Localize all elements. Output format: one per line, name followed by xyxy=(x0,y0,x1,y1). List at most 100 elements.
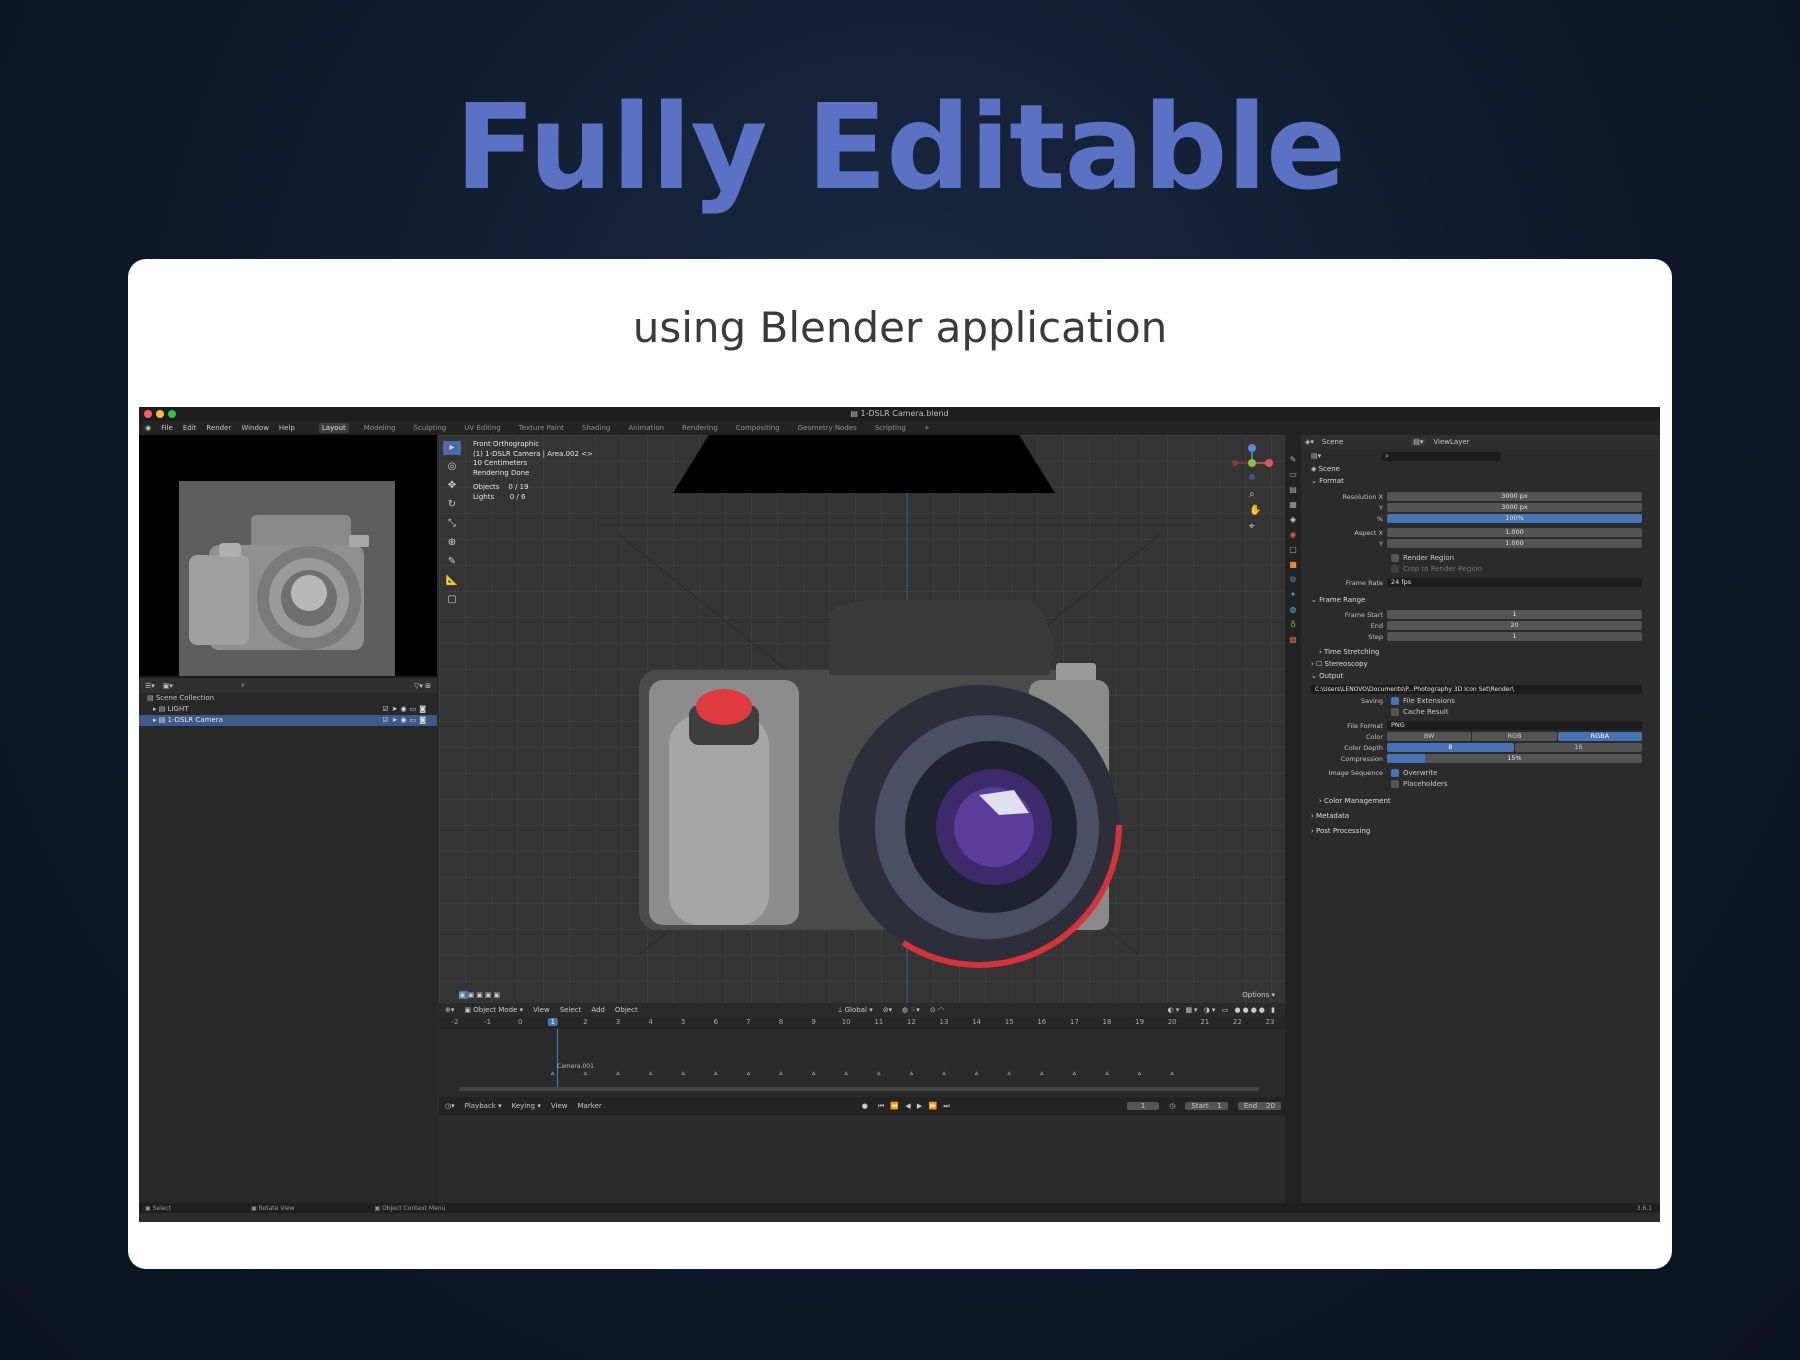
frame-number[interactable]: -2 xyxy=(452,1018,459,1026)
pivot-icon[interactable]: ⊘▾ xyxy=(883,1006,892,1014)
frame-number[interactable]: 19 xyxy=(1135,1018,1144,1026)
frame-number[interactable]: 22 xyxy=(1233,1018,1242,1026)
file-format-dropdown[interactable]: PNG xyxy=(1387,721,1642,730)
scene-tab-icon[interactable]: ◈ xyxy=(1290,515,1296,524)
keyframe-marker[interactable]: ▵ xyxy=(681,1069,685,1077)
overwrite-checkbox[interactable] xyxy=(1391,768,1399,777)
playhead[interactable] xyxy=(557,1029,558,1091)
menu-window[interactable]: Window xyxy=(241,424,269,432)
frame-number[interactable]: 1 xyxy=(547,1018,559,1026)
collection-tab-icon[interactable]: ▢ xyxy=(1289,545,1297,554)
measure-icon[interactable]: 📐 xyxy=(443,574,461,588)
menu-view[interactable]: View xyxy=(533,1006,550,1014)
keyframe-marker[interactable]: ▵ xyxy=(942,1069,946,1077)
keyframe-marker[interactable]: ▵ xyxy=(1138,1069,1142,1077)
visibility-toggles[interactable]: ☑➤◉▭◙ xyxy=(382,704,429,715)
color-management-header[interactable]: › Color Management xyxy=(1307,795,1654,807)
transform-icon[interactable]: ⊕ xyxy=(443,536,461,550)
object-tab-icon[interactable]: ■ xyxy=(1289,560,1297,569)
color-bw-option[interactable]: BW xyxy=(1387,732,1472,741)
frame-ruler[interactable]: -2 -1 0 1 2 3 4 5 6 7 8 9 10 11 12 13 14 15 16 17 18 19 20 21 22… xyxy=(439,1017,1285,1029)
frame-number[interactable]: 0 xyxy=(518,1018,522,1026)
scene-selector-icon[interactable]: ◈▾ xyxy=(1305,438,1314,446)
output-panel-header[interactable]: ⌄ Output xyxy=(1307,670,1654,682)
frame-number[interactable]: 13 xyxy=(940,1018,949,1026)
tab-animation[interactable]: Animation xyxy=(625,423,667,433)
keyframe-marker[interactable]: ▵ xyxy=(1073,1069,1077,1077)
menu-marker[interactable]: Marker xyxy=(578,1102,602,1110)
viewlayer-name[interactable]: ViewLayer xyxy=(1433,438,1469,446)
menu-render[interactable]: Render xyxy=(206,424,231,432)
metadata-header[interactable]: › Metadata xyxy=(1307,810,1654,822)
menu-help[interactable]: Help xyxy=(279,424,295,432)
frame-end-field[interactable]: 20 xyxy=(1387,621,1642,630)
keyframe-marker[interactable]: ▵ xyxy=(844,1069,848,1077)
time-stretching-header[interactable]: › Time Stretching xyxy=(1307,646,1654,658)
move-icon[interactable]: ✥ xyxy=(443,479,461,493)
frame-step-field[interactable]: 1 xyxy=(1387,632,1642,641)
frame-number[interactable]: 6 xyxy=(714,1018,718,1026)
output-tab-icon[interactable]: ▤ xyxy=(1289,485,1297,494)
tab-geometry-nodes[interactable]: Geometry Nodes xyxy=(795,423,860,433)
render-region-checkbox[interactable] xyxy=(1391,553,1399,562)
tab-layout[interactable]: Layout xyxy=(318,423,349,433)
render-tab-icon[interactable]: ▭ xyxy=(1289,470,1297,479)
scene-name[interactable]: Scene xyxy=(1322,438,1343,446)
shading-mode-icons[interactable]: ◐▾ ▦▾ ◑▾ ▭ ●●●● ▮ xyxy=(1168,1006,1277,1014)
frame-number[interactable]: 23 xyxy=(1266,1018,1275,1026)
compression-slider[interactable]: 15% xyxy=(1387,754,1642,763)
color-rgba-option[interactable]: RGBA xyxy=(1557,732,1642,741)
aspect-y-field[interactable]: 1.000 xyxy=(1387,539,1642,548)
frame-number[interactable]: 21 xyxy=(1200,1018,1209,1026)
add-cube-icon[interactable]: ▢ xyxy=(443,593,461,607)
cursor-icon[interactable]: ◎ xyxy=(443,460,461,474)
camera-marker[interactable]: Camera.001 xyxy=(557,1063,594,1070)
frame-number[interactable]: 5 xyxy=(681,1018,685,1026)
menu-timeline-view[interactable]: View xyxy=(551,1102,568,1110)
tab-rendering[interactable]: Rendering xyxy=(679,423,721,433)
start-frame-field[interactable]: Start 1 xyxy=(1185,1102,1228,1110)
add-workspace-icon[interactable]: + xyxy=(921,423,933,433)
properties-search-input[interactable]: ⌕ xyxy=(1381,451,1502,461)
keyframe-marker[interactable]: ▵ xyxy=(649,1069,653,1077)
tab-texture-paint[interactable]: Texture Paint xyxy=(516,423,567,433)
view-layer-tab-icon[interactable]: ▦ xyxy=(1289,500,1297,509)
visibility-toggles[interactable]: ☑➤◉▭◙ xyxy=(382,715,429,726)
tab-uv-editing[interactable]: UV Editing xyxy=(461,423,504,433)
frame-number[interactable]: 7 xyxy=(746,1018,750,1026)
selection-mode-icons[interactable]: ▣▣▣▣▣ xyxy=(459,991,502,999)
frame-number[interactable]: 2 xyxy=(583,1018,587,1026)
editor-type-icon[interactable]: ▤▾ xyxy=(1311,452,1321,460)
keyframe-marker[interactable]: ▵ xyxy=(812,1069,816,1077)
frame-number[interactable]: 11 xyxy=(874,1018,883,1026)
post-processing-header[interactable]: › Post Processing xyxy=(1307,825,1654,837)
editor-type-icon[interactable]: ⊕▾ xyxy=(445,1006,454,1014)
keyframe-marker[interactable]: ▵ xyxy=(1040,1069,1044,1077)
menu-file[interactable]: File xyxy=(161,424,173,432)
frame-number[interactable]: -1 xyxy=(484,1018,491,1026)
color-rgb-option[interactable]: RGB xyxy=(1472,732,1557,741)
tab-modeling[interactable]: Modeling xyxy=(361,423,399,433)
menu-add[interactable]: Add xyxy=(591,1006,605,1014)
menu-keying[interactable]: Keying ▾ xyxy=(512,1102,541,1110)
outliner-item-camera[interactable]: ▸ ▤ 1-DSLR Camera ☑➤◉▭◙ xyxy=(139,715,437,726)
frame-number[interactable]: 18 xyxy=(1103,1018,1112,1026)
resolution-x-field[interactable]: 3000 px xyxy=(1387,492,1642,501)
timeline-scrollbar[interactable] xyxy=(459,1087,1259,1091)
menu-edit[interactable]: Edit xyxy=(183,424,197,432)
filter-icon[interactable]: ▽▾ ⊞ xyxy=(414,682,431,690)
transform-orientation-dropdown[interactable]: ⟂ Global ▾ xyxy=(838,1006,873,1015)
options-dropdown[interactable]: Options ▾ xyxy=(1242,991,1275,999)
timeline[interactable]: -2 -1 0 1 2 3 4 5 6 7 8 9 10 11 12 13 14 15 16 17 18 19 20 21 22… xyxy=(439,1017,1285,1097)
rotate-icon[interactable]: ↻ xyxy=(443,498,461,512)
keyframe-marker[interactable]: ▵ xyxy=(1105,1069,1109,1077)
proportional-edit-icon[interactable]: ⊙ ◠ xyxy=(930,1006,944,1014)
stereoscopy-header[interactable]: › ☐ Stereoscopy xyxy=(1307,658,1654,670)
keyframe-marker[interactable]: ▵ xyxy=(1007,1069,1011,1077)
file-extensions-checkbox[interactable] xyxy=(1391,696,1399,705)
frame-number[interactable]: 4 xyxy=(648,1018,652,1026)
tool-tab-icon[interactable]: ✎ xyxy=(1290,455,1297,464)
frame-number[interactable]: 12 xyxy=(907,1018,916,1026)
menu-object[interactable]: Object xyxy=(615,1006,638,1014)
particles-tab-icon[interactable]: ✦ xyxy=(1290,590,1297,599)
